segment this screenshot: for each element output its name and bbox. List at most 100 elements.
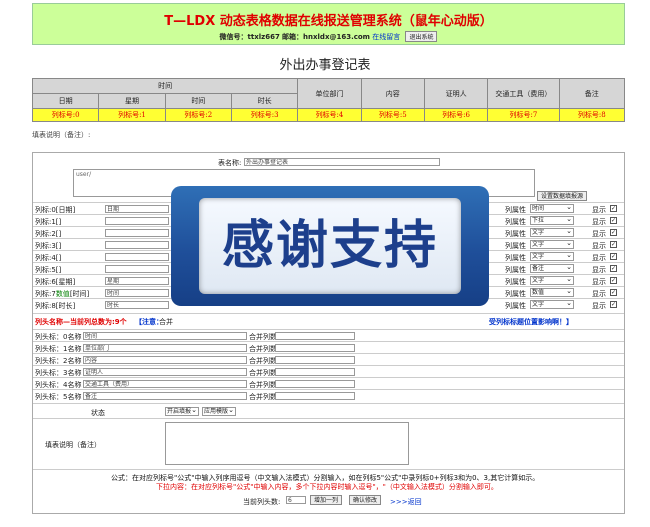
head-row-input[interactable]: 证明人 xyxy=(83,368,247,376)
head-row: 列头标：3名称 证明人 合并列数1 xyxy=(33,365,624,377)
column-number: 列标号:6 xyxy=(423,108,489,122)
attr-select[interactable]: 文字 xyxy=(530,275,574,285)
show-checkbox[interactable]: ✓ xyxy=(610,241,617,248)
preview-table: 时间 单位部门 内容 证明人 交通工具（费用） 备注 日期 星期 时间 时长 列… xyxy=(31,78,626,122)
confirm-button[interactable]: 确认修改 xyxy=(349,495,382,505)
formula-line-2: 下拉内容：在对应列标号"公式"中输入内容，多个下拉内容时输入逗号"，"（中文输入… xyxy=(156,483,498,491)
col-count-mid: 合并 xyxy=(159,318,173,326)
head-row: 列头标：5名称 备注 合并列数1 xyxy=(33,389,624,401)
show-checkbox[interactable]: ✓ xyxy=(610,253,617,260)
merge-input[interactable] xyxy=(275,356,355,364)
show-checkbox[interactable]: ✓ xyxy=(610,289,617,296)
show-checkbox[interactable]: ✓ xyxy=(610,277,617,284)
column-header: 星期 xyxy=(98,93,166,109)
table-name-input[interactable]: 外出办事登记表 xyxy=(244,158,440,166)
merge-input[interactable] xyxy=(275,344,355,352)
count-input[interactable]: 6 xyxy=(286,496,306,504)
desc-textarea[interactable] xyxy=(165,422,409,465)
status-select[interactable]: 开启填报 xyxy=(165,406,199,416)
guestbook-link[interactable]: 在线留言 xyxy=(372,33,400,41)
email-label: 邮箱： xyxy=(282,33,304,41)
column-header: 时长 xyxy=(230,93,299,109)
show-label: 显示 xyxy=(592,302,606,310)
col-row-input[interactable]: 日期 xyxy=(105,205,169,213)
user-text: user/ xyxy=(76,171,92,178)
attr-label: 列属性 xyxy=(505,302,526,310)
show-checkbox[interactable]: ✓ xyxy=(610,229,617,236)
head-row-label: 列头标：5名称 xyxy=(35,393,82,401)
head-row: 列头标：2名称 内容 合并列数1 xyxy=(33,353,624,365)
formula-row: 公式：在对应列标号"公式"中输入列序用逗号（中文输入法模式）分割输入，如在列标5… xyxy=(33,469,624,515)
settings-button[interactable]: 设置数据填报源 xyxy=(537,191,588,201)
head-row: 列头标：4名称 交通工具（费用） 合并列数1 xyxy=(33,377,624,389)
col-row-label-numeric: 数值 xyxy=(55,290,70,298)
attr-select[interactable]: 下拉 xyxy=(530,215,574,225)
col-row-input[interactable] xyxy=(105,217,169,225)
column-header: 证明人 xyxy=(423,78,489,109)
merge-input[interactable] xyxy=(275,380,355,388)
col-row-input[interactable] xyxy=(105,241,169,249)
attr-select[interactable]: 文字 xyxy=(530,239,574,249)
col-row-input[interactable]: 时间 xyxy=(105,289,169,297)
column-number: 列标号:5 xyxy=(360,108,425,122)
thanks-overlay: 感谢支持 xyxy=(171,186,489,306)
table-name-label: 表名称: xyxy=(218,159,242,167)
column-header: 单位部门 xyxy=(297,78,362,109)
column-number: 列标号:0 xyxy=(31,108,100,122)
col-count-tail: 受列标标题位置影响啊！】 xyxy=(489,317,573,327)
attr-select[interactable]: 备注 xyxy=(530,263,574,273)
col-row-input[interactable] xyxy=(105,253,169,261)
attr-select[interactable]: 文字 xyxy=(530,227,574,237)
show-checkbox[interactable]: ✓ xyxy=(610,265,617,272)
column-header: 备注 xyxy=(558,78,626,109)
column-number: 列标号:7 xyxy=(487,108,560,122)
status-label: 状态 xyxy=(91,409,105,417)
desc-label: 填表说明（备注） xyxy=(45,441,101,449)
column-number: 列标号:2 xyxy=(164,108,232,122)
col-row-input[interactable]: 星期 xyxy=(105,277,169,285)
attr-select[interactable]: 数值 xyxy=(530,287,574,297)
email-value: hnxldx@163.com xyxy=(303,33,370,41)
head-row-input[interactable]: 内容 xyxy=(83,356,247,364)
wechat-value: ttxlz667 xyxy=(247,33,280,41)
head-row-input[interactable]: 时间 xyxy=(83,332,247,340)
add-column-button[interactable]: 增加一列 xyxy=(310,495,343,505)
col-count-row: 列头名称—当前列总数为:9个 【注意： 合并 受列标标题位置影响啊！】 xyxy=(33,313,624,327)
thanks-text: 感谢支持 xyxy=(221,216,438,276)
wechat-label: 微信号： xyxy=(219,33,248,41)
column-number: 列标号:3 xyxy=(230,108,299,122)
back-link[interactable]: >>>返回 xyxy=(390,497,422,507)
show-checkbox[interactable]: ✓ xyxy=(610,217,617,224)
note-label: 填表说明（备注）: xyxy=(32,131,91,139)
count-label: 当前列头数: xyxy=(243,498,281,506)
attr-select[interactable]: 文字 xyxy=(530,251,574,261)
attr-select[interactable]: 文字 xyxy=(530,299,574,309)
col-count-tail-text: 受列标标题位置影响啊！】 xyxy=(489,318,573,326)
merge-input[interactable] xyxy=(275,332,355,340)
column-header: 时间 xyxy=(164,93,232,109)
desc-row: 填表说明（备注） xyxy=(33,418,624,468)
contact-line: 微信号：ttxlz667 邮箱：hnxldx@163.com 在线留言 退出系统 xyxy=(33,31,624,42)
system-header: T—LDX 动态表格数据在线报送管理系统（鼠年心动版） 微信号：ttxlz667… xyxy=(32,3,625,45)
merge-input[interactable] xyxy=(275,368,355,376)
attr-select[interactable]: 时间 xyxy=(530,203,574,213)
col-row-input[interactable] xyxy=(105,265,169,273)
logout-button[interactable]: 退出系统 xyxy=(405,31,438,42)
head-row: 列头标：1名称 单位部门 合并列数1 xyxy=(33,341,624,353)
show-checkbox[interactable]: ✓ xyxy=(610,301,617,308)
show-checkbox[interactable]: ✓ xyxy=(610,205,617,212)
thanks-panel: 感谢支持 xyxy=(199,198,461,294)
status-row: 状态 开启填报 应用模版 xyxy=(33,403,624,417)
head-row-input[interactable]: 交通工具（费用） xyxy=(83,380,247,388)
page-title: 外出办事登记表 xyxy=(279,58,371,73)
template-select[interactable]: 应用模版 xyxy=(202,406,236,416)
col-row-label-tail: [时间] xyxy=(69,290,90,298)
merge-input[interactable] xyxy=(275,392,355,400)
column-header: 交通工具（费用） xyxy=(487,78,560,109)
head-row-input[interactable]: 备注 xyxy=(83,392,247,400)
group-header: 时间 xyxy=(31,78,299,94)
col-row-input[interactable]: 时长 xyxy=(105,301,169,309)
head-row-input[interactable]: 单位部门 xyxy=(83,344,247,352)
col-row-label: 列标:8[时长] xyxy=(35,302,76,310)
col-row-input[interactable] xyxy=(105,229,169,237)
